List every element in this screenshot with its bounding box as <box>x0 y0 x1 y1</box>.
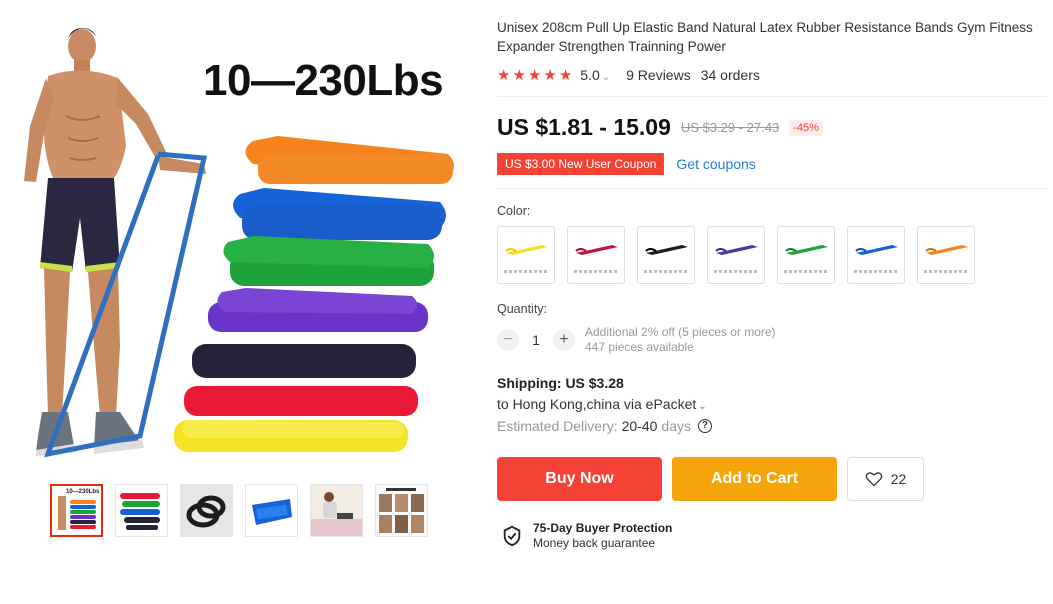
add-to-cart-button[interactable]: Add to Cart <box>672 457 837 501</box>
product-info-panel: Unisex 208cm Pull Up Elastic Band Natura… <box>494 18 1047 550</box>
chevron-down-icon: ⌄ <box>601 72 611 83</box>
bands-stack <box>174 136 454 452</box>
thumb-image <box>120 493 160 530</box>
wishlist-button[interactable]: 22 <box>847 457 924 501</box>
bulk-discount-text: Additional 2% off (5 pieces or more) <box>585 325 776 339</box>
swatch-caption <box>504 270 548 273</box>
color-swatch-orange[interactable] <box>917 226 975 284</box>
coupon-row: US $3.00 New User Coupon Get coupons <box>494 153 1047 175</box>
thumb-bands-lineup[interactable]: 10—230Lbs <box>50 484 103 537</box>
current-price: US $1.81 - 15.09 <box>497 114 671 140</box>
athlete-figure <box>24 28 208 458</box>
color-swatches <box>497 226 1047 284</box>
star-icon: ★ <box>558 66 573 84</box>
divider <box>497 96 1047 97</box>
color-swatch-yellow[interactable] <box>497 226 555 284</box>
shipping-destination-dropdown[interactable]: to Hong Kong,china via ePacket ⌄ <box>497 396 1047 412</box>
rating-row: ★ ★ ★ ★ ★ 5.0 ⌄ 9 Reviews 34 orders <box>497 67 1047 83</box>
rating-value-dropdown[interactable]: 5.0 ⌄ <box>580 67 610 83</box>
color-swatch-blue[interactable] <box>847 226 905 284</box>
shipping-destination: to Hong Kong,china via ePacket <box>497 396 697 412</box>
thumb-image <box>181 485 232 536</box>
stock-available-text: 447 pieces available <box>585 340 694 354</box>
swatch-caption <box>644 270 688 273</box>
band-thumbnail <box>715 245 758 255</box>
rating-value: 5.0 <box>580 67 600 83</box>
color-label: Color: <box>497 204 531 218</box>
thumb-image <box>311 485 362 536</box>
shipping-cost: Shipping: US $3.28 <box>497 375 1047 391</box>
thumb-exercise-guide[interactable] <box>375 484 428 537</box>
color-swatch-green[interactable] <box>777 226 835 284</box>
band-thumbnail <box>785 245 828 255</box>
band-thumbnail <box>645 245 688 255</box>
band-thumbnail <box>505 245 548 255</box>
thumb-label: 10—230Lbs <box>66 489 100 495</box>
shipping-label: Shipping: <box>497 375 562 391</box>
band-thumbnail <box>925 245 968 255</box>
thumb-blue-band[interactable] <box>245 484 298 537</box>
star-icon: ★ <box>512 66 526 84</box>
price-row: US $1.81 - 15.09 US $3.29 - 27.43 -45% <box>497 114 1047 141</box>
main-product-image[interactable]: 10—230Lbs <box>8 6 468 466</box>
quantity-increase-button[interactable]: + <box>553 329 575 351</box>
band-thumbnail <box>575 245 618 255</box>
heart-icon <box>865 472 883 487</box>
thumb-black-band[interactable] <box>180 484 233 537</box>
original-price: US $3.29 - 27.43 <box>680 120 780 135</box>
quantity-decrease-button[interactable]: − <box>497 329 519 351</box>
quantity-stepper: − 1 + Additional 2% off (5 pieces or mor… <box>497 325 1047 355</box>
star-rating: ★ ★ ★ ★ ★ <box>497 68 572 83</box>
thumb-image <box>376 485 427 536</box>
thumbnail-strip: 10—230Lbs <box>50 484 428 537</box>
color-swatch-red[interactable] <box>567 226 625 284</box>
reviews-link[interactable]: 9 Reviews <box>626 67 691 83</box>
help-icon[interactable]: ? <box>697 419 712 433</box>
delivery-label: Estimated Delivery: <box>497 418 618 434</box>
color-swatch-black[interactable] <box>637 226 695 284</box>
shield-check-icon <box>503 525 521 546</box>
band-thumbnail <box>855 245 898 255</box>
star-icon: ★ <box>497 66 511 84</box>
swatch-caption <box>574 270 618 273</box>
swatch-caption <box>714 270 758 273</box>
chevron-down-icon: ⌄ <box>698 401 707 412</box>
weight-range-label: 10—230Lbs <box>203 56 444 105</box>
protection-title: 75-Day Buyer Protection <box>533 521 673 535</box>
new-user-coupon[interactable]: US $3.00 New User Coupon <box>494 153 665 175</box>
orders-count: 34 orders <box>700 67 760 83</box>
action-buttons: Buy Now Add to Cart 22 <box>497 457 1047 501</box>
discount-badge: -45% <box>789 119 823 136</box>
buy-now-button[interactable]: Buy Now <box>497 457 662 501</box>
swatch-caption <box>854 270 898 273</box>
quantity-info: Additional 2% off (5 pieces or more) 447… <box>585 325 776 355</box>
swatch-caption <box>924 270 968 273</box>
shipping-price: US $3.28 <box>565 375 624 391</box>
protection-subtitle: Money back guarantee <box>533 536 656 550</box>
quantity-label: Quantity: <box>497 302 548 316</box>
thumb-bands-stack[interactable] <box>115 484 168 537</box>
estimated-delivery: Estimated Delivery: 20-40 days ? <box>497 418 1047 434</box>
quantity-input[interactable]: 1 <box>519 332 553 348</box>
wishlist-count: 22 <box>890 471 907 487</box>
get-coupons-link[interactable]: Get coupons <box>676 156 755 172</box>
delivery-unit: days <box>661 418 691 434</box>
star-icon: ★ <box>543 66 557 84</box>
star-icon: ★ <box>527 66 542 84</box>
buyer-protection: 75-Day Buyer Protection Money back guara… <box>501 521 1047 550</box>
thumb-exercise-photo[interactable] <box>310 484 363 537</box>
divider <box>497 188 1047 189</box>
swatch-caption <box>784 270 828 273</box>
delivery-range: 20-40 <box>621 418 658 434</box>
product-title: Unisex 208cm Pull Up Elastic Band Natura… <box>497 20 1033 54</box>
thumb-image <box>252 499 292 525</box>
color-swatch-purple[interactable] <box>707 226 765 284</box>
